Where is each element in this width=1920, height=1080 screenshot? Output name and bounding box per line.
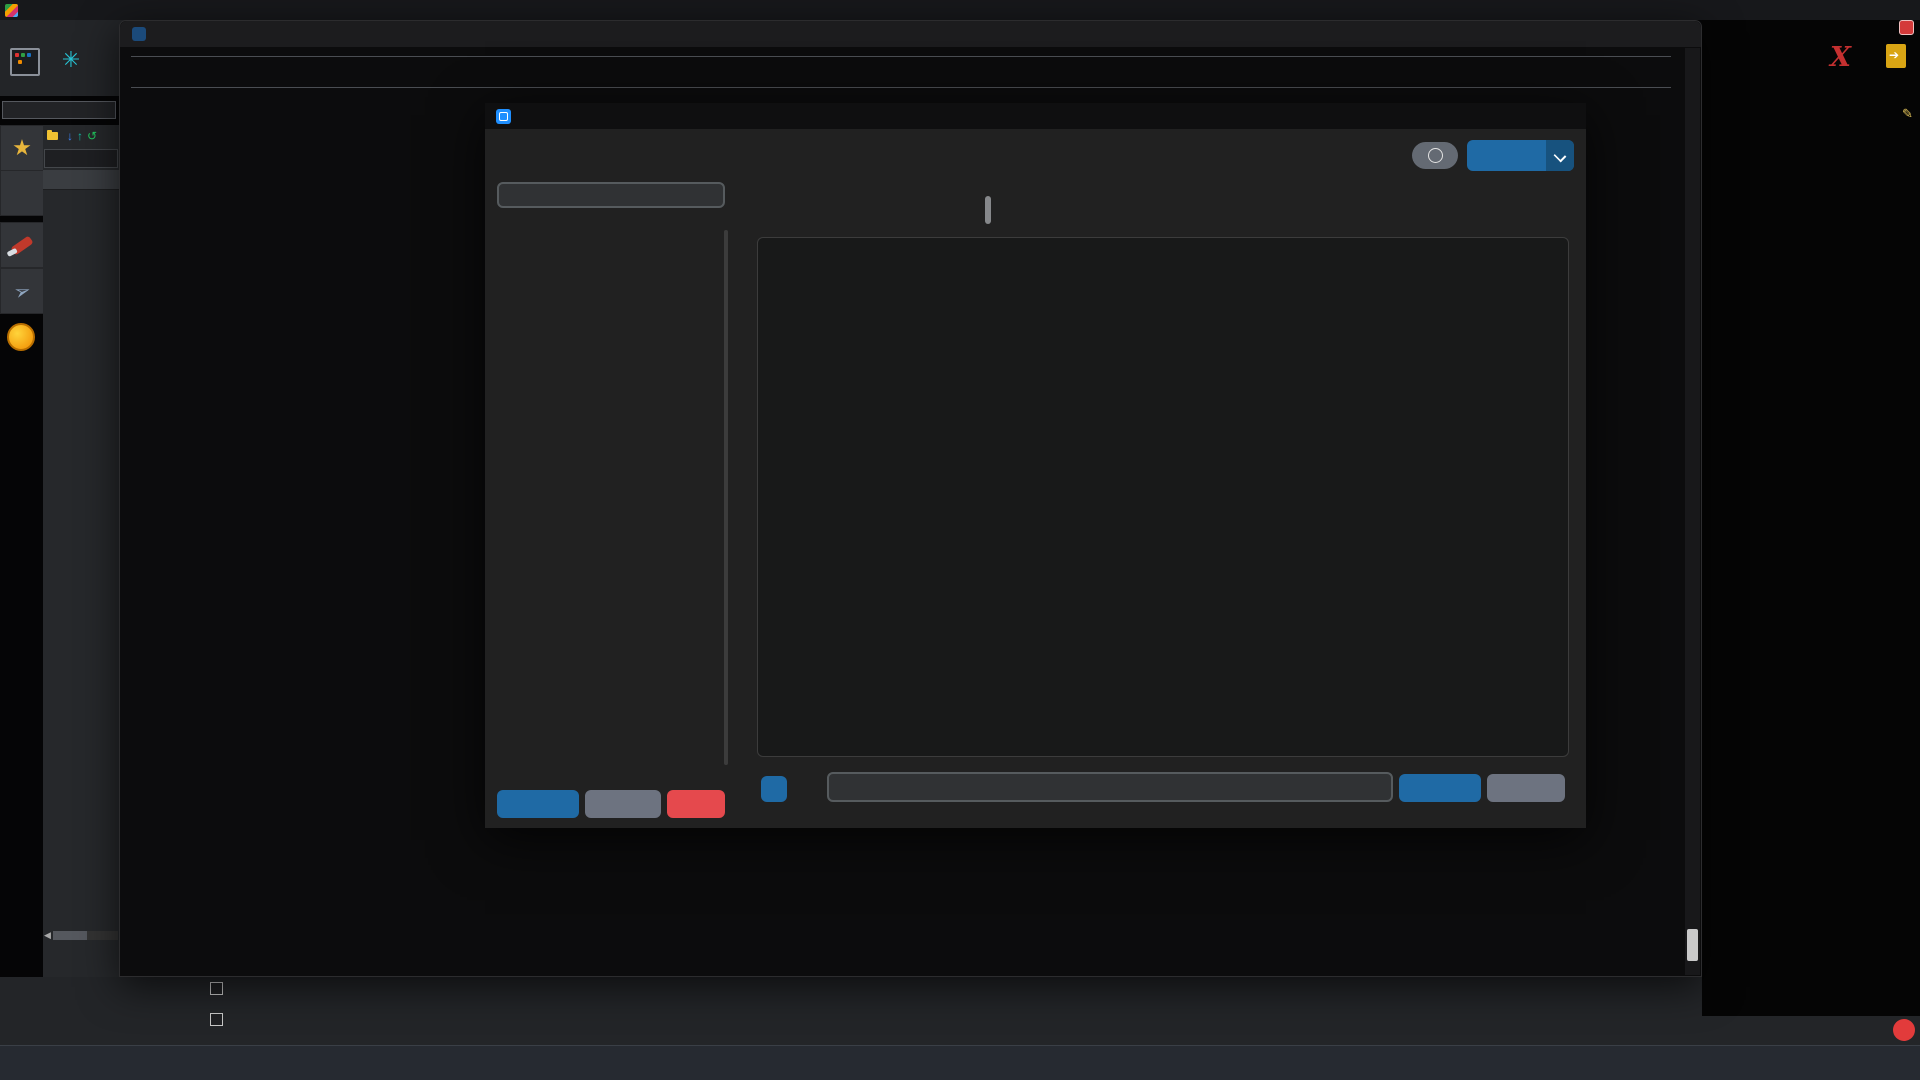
background-terminal-window: X ✎ — [1702, 20, 1920, 1016]
tools-button[interactable] — [0, 170, 44, 216]
info-button[interactable] — [1412, 142, 1458, 169]
favorites-button[interactable]: ★ — [0, 125, 44, 171]
name-column-header[interactable] — [43, 170, 119, 190]
scroll-left-icon[interactable]: ◀ — [44, 930, 51, 941]
upload-icon[interactable]: ↑ — [77, 129, 83, 143]
servers-icon: ✳ — [58, 48, 84, 72]
sftp-file-panel: ↓ ↑ ↺ ◀ — [43, 125, 119, 977]
download-icon[interactable]: ↓ — [67, 129, 73, 143]
server-manager-app-icon — [496, 109, 511, 124]
desktop: ✳ ★ ➢ ↓ ↑ ↺ ◀ — [0, 0, 1920, 1080]
quick-connect-input[interactable] — [2, 101, 116, 119]
close-monitoring-button[interactable] — [1893, 1019, 1915, 1041]
chevron-down-icon — [1546, 140, 1574, 171]
mobaxterm-app-icon — [5, 4, 18, 17]
remote-monitoring-checkbox[interactable] — [210, 982, 223, 995]
taskbar — [0, 1045, 1920, 1080]
server-list-scrollbar[interactable] — [724, 230, 728, 765]
notification-icon[interactable] — [1899, 20, 1914, 35]
pencil-icon[interactable]: ✎ — [1902, 106, 1913, 122]
globe-icon[interactable] — [7, 323, 35, 351]
exit-icon[interactable] — [1886, 44, 1906, 68]
path-field[interactable] — [44, 149, 118, 168]
info-icon — [1428, 148, 1443, 163]
star-icon: ★ — [12, 135, 32, 161]
terminal-scrollbar[interactable] — [1685, 48, 1700, 975]
add-server-button[interactable] — [497, 790, 579, 818]
powershell-icon — [132, 27, 146, 41]
file-panel-scrollbar[interactable]: ◀ — [44, 929, 118, 941]
session-icon — [10, 48, 40, 76]
swiss-knife-icon — [10, 235, 33, 255]
session-button[interactable] — [0, 46, 50, 78]
servers-button[interactable]: ✳ — [46, 46, 96, 74]
mobaxterm-menubar — [0, 20, 127, 44]
macros-button[interactable] — [0, 222, 44, 268]
server-search-input[interactable] — [497, 182, 725, 208]
terminal-output-area[interactable] — [757, 237, 1569, 757]
x-server-icon[interactable]: X — [1830, 42, 1851, 73]
edit-server-button[interactable] — [585, 790, 661, 818]
server-manager-window — [485, 103, 1586, 828]
paper-plane-icon: ➢ — [10, 277, 34, 306]
sudo-checkbox[interactable] — [761, 776, 787, 802]
folder-up-icon[interactable] — [47, 130, 59, 142]
terminal-prompt-box[interactable] — [131, 56, 1671, 88]
scrollbar-thumb[interactable] — [1687, 929, 1698, 961]
quick-connect[interactable] — [2, 100, 116, 118]
send-button[interactable]: ➢ — [0, 268, 44, 314]
server-manager-titlebar[interactable] — [485, 103, 1586, 129]
mobaxterm-titlebar — [0, 0, 1920, 20]
mobaxterm-toolbar: ✳ — [0, 44, 119, 96]
language-dropdown[interactable] — [1467, 140, 1574, 171]
delete-server-button[interactable] — [667, 790, 725, 818]
file-panel-toolbar: ↓ ↑ ↺ — [43, 125, 119, 147]
clear-button[interactable] — [1487, 774, 1565, 802]
tab-bar — [985, 196, 991, 224]
refresh-icon[interactable]: ↺ — [87, 129, 97, 143]
terminal-titlebar[interactable] — [120, 21, 1701, 47]
run-command-button[interactable] — [1399, 774, 1481, 802]
mobaxterm-footer — [0, 977, 1920, 1045]
command-input[interactable] — [827, 772, 1393, 802]
follow-terminal-checkbox[interactable] — [210, 1013, 223, 1026]
